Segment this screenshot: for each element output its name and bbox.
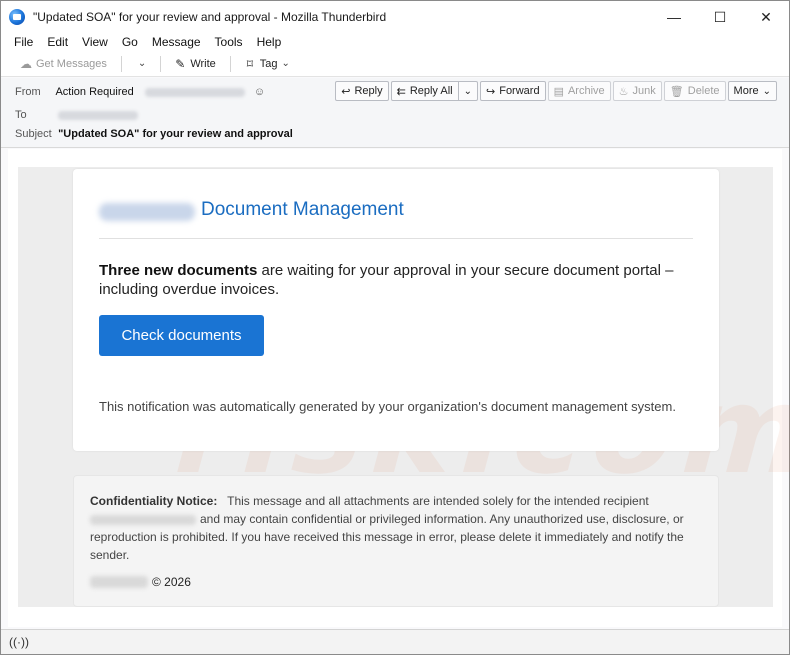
subject-text: "Updated SOA" for your review and approv…: [58, 128, 293, 140]
notice-text: Confidentiality Notice: This message and…: [90, 492, 694, 564]
forward-button[interactable]: ↪ Forward: [480, 81, 546, 101]
subject-label: Subject: [15, 128, 52, 140]
message-header: From Action Required ☺ To Subject "Updat…: [1, 78, 789, 148]
toolbar-divider: [120, 55, 122, 72]
email-card: Document Management Three new documents …: [73, 169, 719, 451]
window-controls: — ☐ ✕: [651, 1, 789, 33]
reply-all-icon: ⇇: [396, 85, 406, 98]
tag-icon: ⌑: [246, 56, 253, 71]
to-row: To: [15, 109, 139, 121]
email-background: PC risk.com Document Management Three ne…: [18, 167, 790, 607]
menu-message[interactable]: Message: [145, 35, 208, 49]
from-name[interactable]: Action Required: [55, 86, 133, 98]
thunderbird-icon: [9, 9, 25, 25]
menu-help[interactable]: Help: [250, 35, 289, 49]
card-footer-text: This notification was automatically gene…: [99, 399, 676, 414]
get-messages-dropdown[interactable]: ⌄: [130, 54, 150, 74]
write-label: Write: [190, 57, 216, 70]
forward-label: Forward: [499, 85, 540, 97]
trash-icon: 🗑: [669, 85, 684, 98]
status-bar: ((·)): [1, 629, 789, 654]
reply-button[interactable]: ↩ Reply: [335, 81, 389, 101]
to-label: To: [15, 109, 27, 121]
card-title: Document Management: [201, 199, 404, 220]
archive-icon: ▤: [553, 85, 564, 98]
message-bold: Three new documents: [99, 262, 258, 279]
company-name-redacted: [90, 576, 148, 588]
card-header: Document Management: [99, 199, 693, 239]
junk-label: Junk: [632, 85, 656, 97]
menu-view[interactable]: View: [75, 35, 115, 49]
tag-button[interactable]: ⌑ Tag ⌄: [239, 54, 294, 74]
message-body: PC risk.com Document Management Three ne…: [8, 149, 790, 627]
activity-icon[interactable]: ((·)): [9, 635, 29, 649]
cloud-download-icon: ☁: [20, 56, 32, 71]
contact-icon[interactable]: ☺: [254, 86, 265, 98]
delete-label: Delete: [687, 85, 720, 97]
window-title: "Updated SOA" for your review and approv…: [33, 10, 387, 24]
notice-line1: This message and all attachments are int…: [227, 494, 649, 508]
reply-all-label: Reply All: [409, 85, 453, 97]
menu-bar: File Edit View Go Message Tools Help: [1, 33, 789, 51]
maximize-button[interactable]: ☐: [697, 1, 743, 33]
copyright-text: © 2026: [152, 575, 191, 589]
flame-icon: ♨: [618, 85, 629, 98]
card-message: Three new documents are waiting for your…: [99, 261, 699, 299]
write-button[interactable]: ✎ Write: [169, 54, 219, 74]
to-address-redacted: [58, 110, 139, 120]
title-bar: "Updated SOA" for your review and approv…: [1, 1, 789, 33]
more-button[interactable]: More ⌄: [727, 81, 777, 101]
chevron-down-icon: ⌄: [762, 85, 771, 97]
reply-all-button[interactable]: ⇇ Reply All ⌄: [390, 81, 478, 101]
from-row: From Action Required ☺: [15, 86, 265, 98]
minimize-button[interactable]: —: [651, 1, 697, 33]
toolbar-divider: [160, 55, 162, 72]
main-toolbar: ☁ Get Messages ⌄ ✎ Write ⌑ Tag ⌄: [1, 51, 789, 77]
notice-label: Confidentiality Notice:: [90, 494, 218, 508]
check-documents-button[interactable]: Check documents: [99, 315, 264, 356]
toolbar-divider: [229, 55, 231, 72]
get-messages-label: Get Messages: [36, 57, 107, 70]
copyright-row: © 2026: [90, 575, 191, 589]
close-button[interactable]: ✕: [743, 1, 789, 33]
from-address-redacted: [144, 87, 245, 97]
subject-row: Subject "Updated SOA" for your review an…: [15, 128, 293, 140]
from-label: From: [15, 86, 41, 98]
menu-tools[interactable]: Tools: [208, 35, 250, 49]
tag-label: Tag: [259, 57, 278, 70]
company-logo-redacted: [99, 203, 195, 221]
menu-file[interactable]: File: [7, 35, 40, 49]
chevron-down-icon: ⌄: [281, 58, 290, 69]
message-actions: ↩ Reply ⇇ Reply All ⌄ ↪ Forward ▤ Archiv…: [333, 81, 777, 101]
chevron-down-icon: ⌄: [137, 58, 147, 69]
confidentiality-notice: Confidentiality Notice: This message and…: [73, 475, 719, 607]
pencil-icon: ✎: [175, 56, 186, 71]
junk-button[interactable]: ♨ Junk: [612, 81, 662, 101]
archive-label: Archive: [567, 85, 605, 97]
menu-edit[interactable]: Edit: [40, 35, 75, 49]
menu-go[interactable]: Go: [115, 35, 145, 49]
more-label: More: [733, 85, 759, 97]
forward-icon: ↪: [486, 85, 496, 98]
get-messages-button[interactable]: ☁ Get Messages: [15, 54, 111, 74]
archive-button[interactable]: ▤ Archive: [547, 81, 611, 101]
delete-button[interactable]: 🗑 Delete: [663, 81, 726, 101]
reply-label: Reply: [354, 85, 383, 97]
chevron-down-icon[interactable]: ⌄: [457, 82, 472, 100]
recipient-redacted: [90, 514, 196, 525]
thunderbird-window: "Updated SOA" for your review and approv…: [0, 0, 790, 655]
reply-icon: ↩: [341, 85, 351, 98]
